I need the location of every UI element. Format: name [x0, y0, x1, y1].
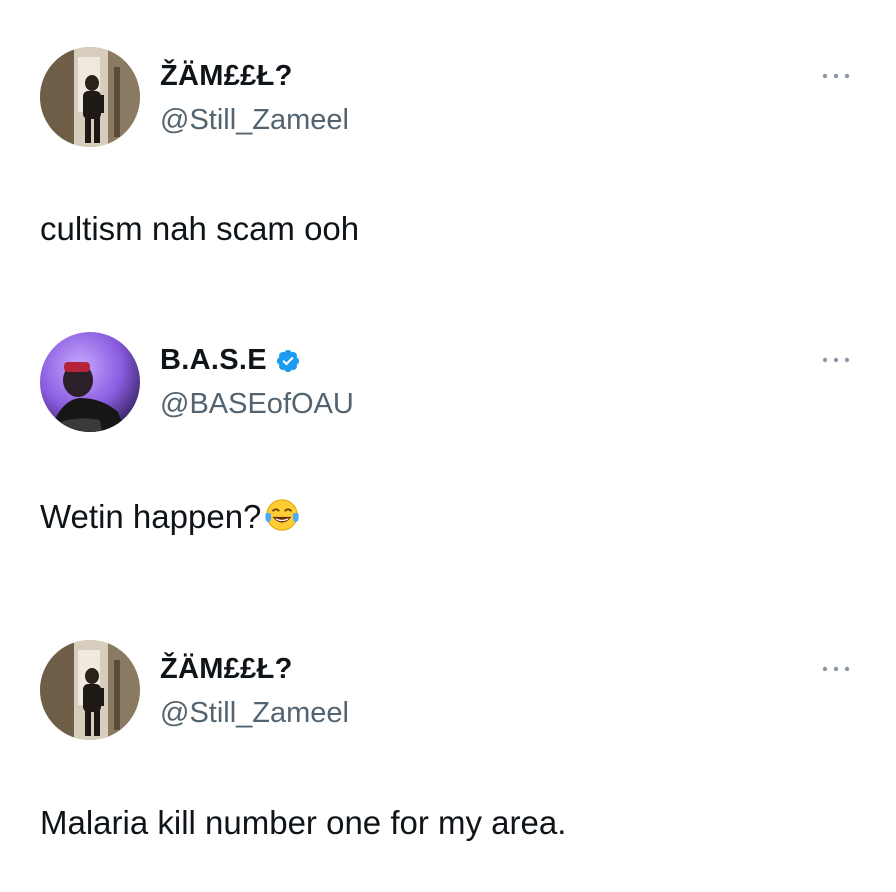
display-name[interactable]: B.A.S.E: [160, 346, 267, 375]
tweet-1[interactable]: ŽÄM££Ł? @Still_Zameel cultism nah scam o…: [0, 0, 896, 280]
handle[interactable]: @Still_Zameel: [160, 699, 349, 728]
more-horizontal-icon[interactable]: [818, 66, 854, 86]
purple-photo-icon: [40, 332, 140, 432]
verified-badge-icon: [276, 349, 299, 372]
avatar[interactable]: [40, 332, 140, 432]
face-with-tears-of-joy-emoji-icon: [265, 499, 300, 531]
tweet-text: Wetin happen?: [40, 496, 301, 534]
tweet-text: cultism nah scam ooh: [40, 210, 360, 247]
more-horizontal-icon[interactable]: [818, 350, 854, 370]
more-horizontal-icon[interactable]: [818, 659, 854, 679]
display-name[interactable]: ŽÄM££Ł?: [160, 655, 293, 684]
tweet-2[interactable]: B.A.S.E @BASEofOAU Wetin happen?: [0, 300, 896, 600]
tweet-text: Malaria kill number one for my area.: [40, 804, 567, 841]
handle[interactable]: @Still_Zameel: [160, 106, 349, 135]
tweet-3[interactable]: ŽÄM££Ł? @Still_Zameel Malaria kill numbe…: [0, 600, 896, 892]
display-name[interactable]: ŽÄM££Ł?: [160, 62, 293, 91]
hallway-photo-icon: [40, 640, 140, 740]
tweet-text-content: Wetin happen?: [40, 498, 262, 535]
handle[interactable]: @BASEofOAU: [160, 390, 354, 419]
avatar[interactable]: [40, 640, 140, 740]
avatar[interactable]: [40, 47, 140, 147]
hallway-photo-icon: [40, 47, 140, 147]
